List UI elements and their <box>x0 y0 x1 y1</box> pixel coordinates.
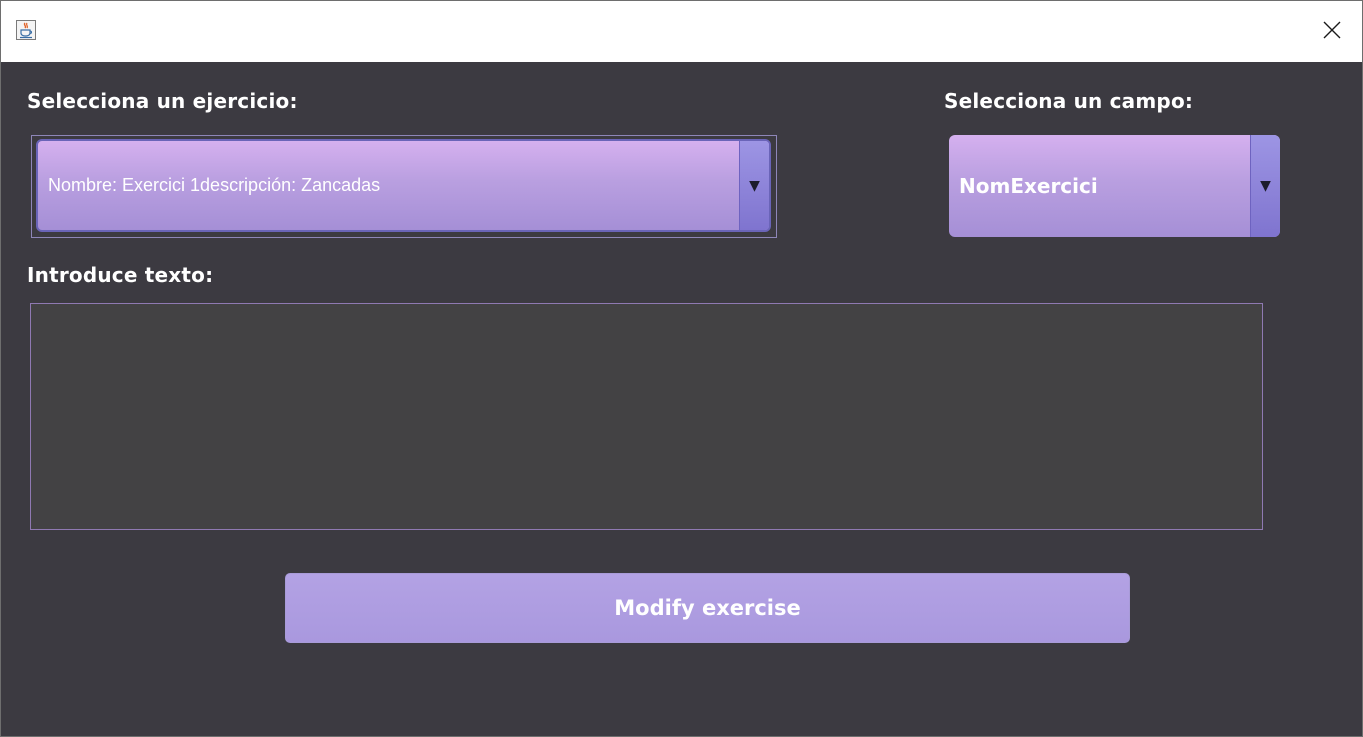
close-button[interactable] <box>1302 1 1362 62</box>
exercise-select-label: Selecciona un ejercicio: <box>27 89 298 113</box>
exercise-select-arrow-button[interactable]: ▼ <box>739 141 769 230</box>
exercise-select-value: Nombre: Exercici 1descripción: Zancadas <box>48 175 381 195</box>
field-select-label: Selecciona un campo: <box>944 89 1194 113</box>
title-bar[interactable] <box>1 1 1362 62</box>
text-input-area[interactable] <box>30 303 1263 530</box>
chevron-down-icon: ▼ <box>1260 178 1271 194</box>
field-select-arrow-button[interactable]: ▼ <box>1250 135 1280 237</box>
chevron-down-icon: ▼ <box>749 177 760 194</box>
text-input-label: Introduce texto: <box>27 263 214 287</box>
java-cup-icon <box>16 20 36 40</box>
field-select[interactable]: NomExercici ▼ <box>949 135 1280 237</box>
exercise-select[interactable]: Nombre: Exercici 1descripción: Zancadas … <box>36 139 771 232</box>
modify-exercise-window: Selecciona un ejercicio: Selecciona un c… <box>0 0 1363 737</box>
modify-exercise-button[interactable]: Modify exercise <box>285 573 1130 643</box>
close-icon <box>1322 20 1342 44</box>
field-select-value: NomExercici <box>959 174 1098 198</box>
